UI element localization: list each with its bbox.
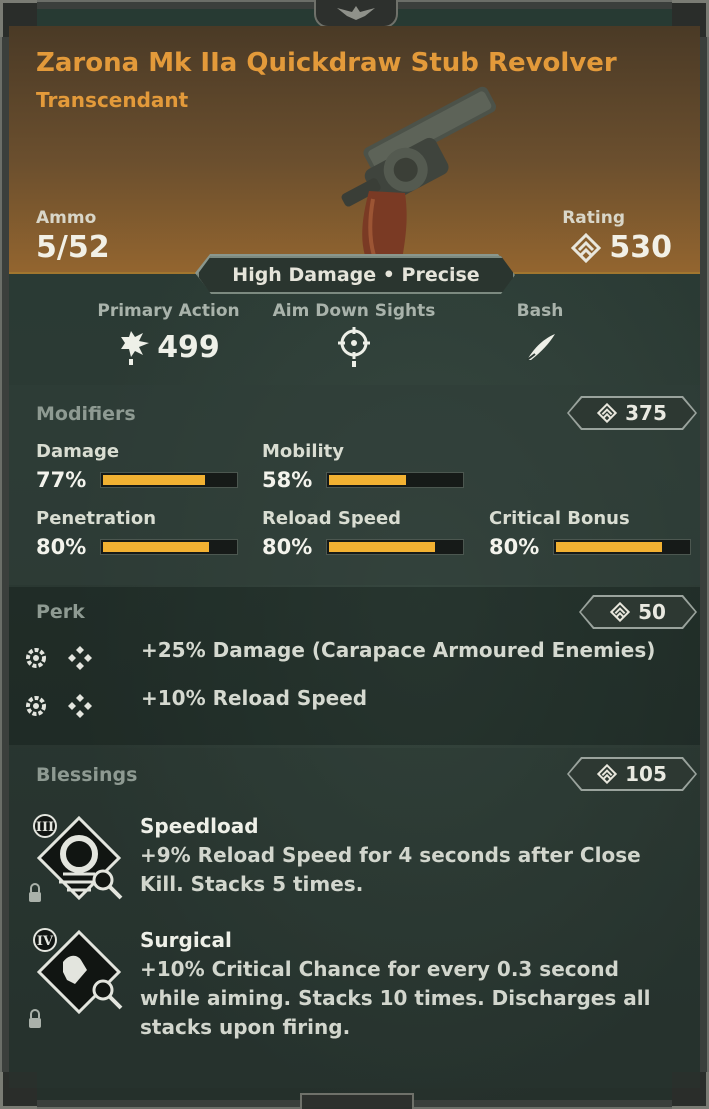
frame-bottom-ornament (300, 1093, 414, 1109)
blessing-name: Speedload (140, 814, 259, 838)
stat-value: 77% (36, 468, 87, 492)
blessing-description: +10% Critical Chance for every 0.3 secon… (140, 957, 651, 1039)
stat-bar-fill (556, 542, 662, 552)
stat-reload-speed: Reload Speed 80% (262, 508, 467, 559)
stat-value: 80% (262, 535, 313, 559)
rating-display: 530 (571, 230, 672, 265)
crosshair-icon (338, 327, 370, 367)
blessing-item: IV Surgical +10% Critical Chance for eve… (23, 928, 693, 1048)
perk-section: Perk 50 +25% Damage (Carapace Armoured E… (9, 587, 700, 745)
stat-bar (553, 539, 691, 555)
surgical-blessing-icon: IV (29, 928, 123, 1028)
aquila-emblem-icon (314, 0, 398, 28)
perk-item: +10% Reload Speed (23, 686, 367, 719)
action-label: Aim Down Sights (272, 301, 436, 321)
rating-chevron-icon (597, 403, 617, 423)
stat-label: Reload Speed (262, 508, 402, 529)
diamond-cluster-icon (68, 646, 92, 670)
rating-chevron-icon (571, 232, 602, 263)
stat-value: 58% (262, 468, 313, 492)
ammo-value: 5/52 (36, 230, 110, 265)
weapon-name: Zarona Mk IIa Quickdraw Stub Revolver (36, 48, 617, 78)
gear-perk-icon (26, 648, 46, 668)
weapon-header: Zarona Mk IIa Quickdraw Stub Revolver Tr… (9, 26, 700, 274)
diamond-cluster-icon (68, 694, 92, 718)
stat-damage: Damage 77% (36, 441, 241, 492)
action-label: Bash (516, 301, 564, 321)
rating-label: Rating (562, 208, 625, 228)
stat-bar (326, 472, 464, 488)
blessings-rating-badge: 105 (567, 757, 697, 791)
action-label: Primary Action (97, 301, 240, 321)
stat-critical-bonus: Critical Bonus 80% (489, 508, 694, 559)
perk-text: +25% Damage (Carapace Armoured Enemies) (141, 638, 656, 662)
gear-perk-icon (26, 696, 46, 716)
modifiers-rating-badge: 375 (567, 396, 697, 430)
stat-mobility: Mobility 58% (262, 441, 467, 492)
action-bash: Bash (500, 301, 580, 367)
blessings-title: Blessings (36, 764, 138, 786)
stat-bar (326, 539, 464, 555)
rating-chevron-icon (597, 764, 617, 784)
stat-bar-fill (103, 542, 209, 552)
stat-label: Critical Bonus (489, 508, 630, 529)
rating-value: 530 (609, 230, 672, 265)
blessings-section: Blessings 105 III Speedload +9% Reload S… (9, 748, 700, 1088)
perk-item: +25% Damage (Carapace Armoured Enemies) (23, 638, 655, 671)
perk-rating: 50 (638, 600, 666, 624)
blessings-rating: 105 (625, 762, 667, 786)
stat-bar-fill (329, 542, 435, 552)
action-aim-down-sights: Aim Down Sights (270, 301, 438, 367)
stat-value: 80% (36, 535, 87, 559)
blade-swipe-icon (526, 334, 555, 361)
stat-penetration: Penetration 80% (36, 508, 241, 559)
stat-label: Damage (36, 441, 120, 462)
blessing-name: Surgical (140, 928, 232, 952)
weapon-tagline: High Damage • Precise (197, 256, 515, 294)
speedload-blessing-icon: III (29, 814, 123, 902)
stat-label: Mobility (262, 441, 345, 462)
stat-value: 80% (489, 535, 540, 559)
blessing-tier: III (36, 820, 54, 835)
stat-bar-fill (103, 475, 205, 485)
burst-shot-icon (121, 331, 150, 365)
stat-label: Penetration (36, 508, 157, 529)
modifiers-rating: 375 (625, 401, 667, 425)
weapon-rarity: Transcendant (36, 88, 189, 112)
action-primary: Primary Action 499 (97, 301, 240, 367)
blessing-item: III Speedload +9% Reload Speed for 4 sec… (23, 814, 693, 924)
stat-bar-fill (329, 475, 406, 485)
blessing-description: +9% Reload Speed for 4 seconds after Clo… (140, 843, 641, 896)
perk-text: +10% Reload Speed (141, 686, 368, 710)
modifiers-title: Modifiers (36, 403, 136, 425)
stat-bar (100, 539, 238, 555)
revolver-image (341, 86, 497, 271)
perk-title: Perk (36, 601, 85, 623)
perk-rating-badge: 50 (579, 595, 697, 629)
rating-chevron-icon (610, 602, 630, 622)
primary-action-value: 499 (157, 329, 220, 365)
stat-bar (100, 472, 238, 488)
ammo-label: Ammo (36, 208, 97, 228)
modifiers-section: Modifiers 375 Damage 77% Mobility 58% Pe… (9, 385, 700, 585)
blessing-tier: IV (37, 934, 54, 949)
